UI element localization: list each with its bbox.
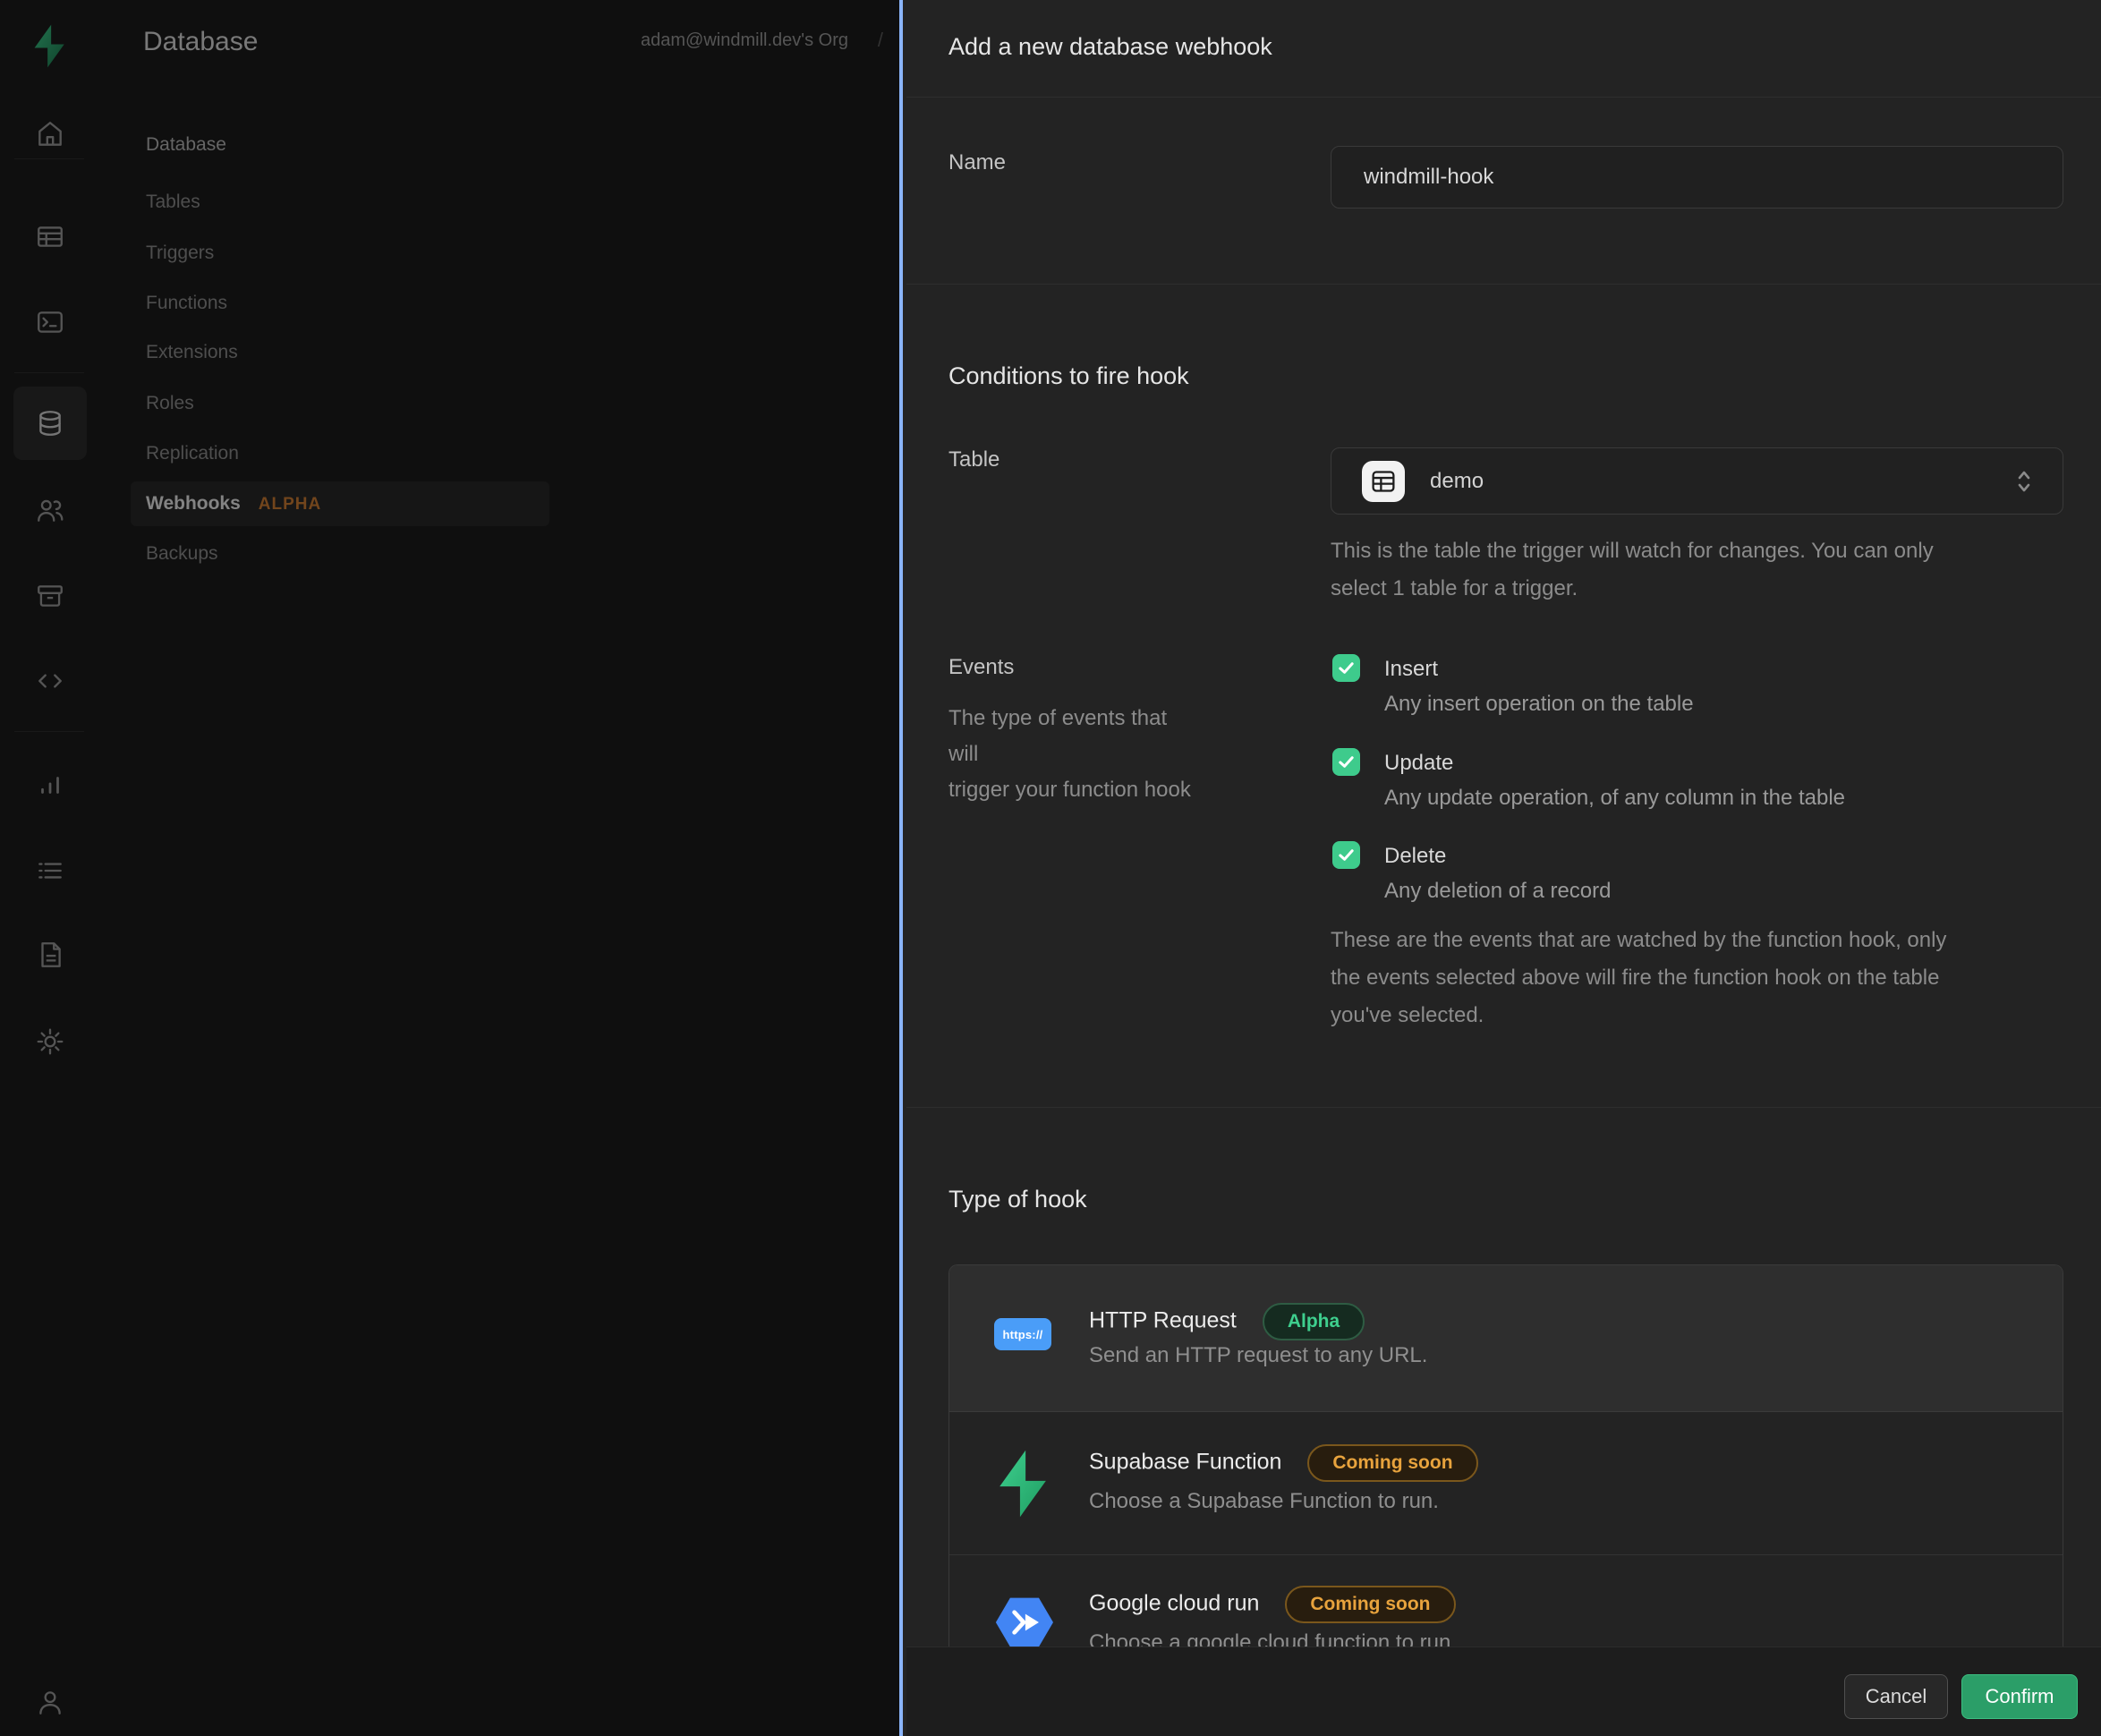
webhook-drawer: Add a new database webhook Name Conditio… [899, 0, 2101, 1736]
chevron-up-down-icon [2016, 468, 2032, 495]
divider [906, 284, 2101, 285]
app-window: Database adam@windmill.dev's Org / Datab… [0, 0, 2101, 1736]
divider [906, 1107, 2101, 1108]
delete-label: Delete [1384, 844, 1446, 869]
sql-terminal-icon[interactable] [35, 307, 65, 337]
reports-icon[interactable] [35, 770, 65, 800]
check-icon [1338, 753, 1355, 770]
insert-checkbox[interactable] [1332, 654, 1360, 682]
sidebar-item-webhooks[interactable]: Webhooks ALPHA [146, 492, 321, 516]
database-sidebar: Database adam@windmill.dev's Org / Datab… [100, 0, 899, 1736]
insert-label: Insert [1384, 657, 1438, 682]
table-select[interactable]: demo [1331, 447, 2063, 515]
hook-option-http-request[interactable]: https:// HTTP Request Alpha Send an HTTP… [949, 1265, 2063, 1412]
auth-users-icon[interactable] [35, 495, 65, 525]
update-checkbox[interactable] [1332, 748, 1360, 776]
sidebar-item-replication[interactable]: Replication [146, 442, 239, 465]
supabase-bolt-icon [994, 1449, 1050, 1519]
hook-type-heading: Type of hook [948, 1186, 1087, 1213]
sidebar-item-database: Database [146, 133, 226, 157]
rail-divider [14, 731, 84, 732]
confirm-button[interactable]: Confirm [1961, 1674, 2078, 1719]
table-select-value: demo [1430, 469, 1484, 494]
https-icon: https:// [994, 1318, 1051, 1350]
docs-icon[interactable] [35, 940, 65, 970]
coming-soon-badge: Coming soon [1307, 1444, 1477, 1482]
name-label: Name [948, 150, 1006, 175]
rail-divider [14, 372, 84, 373]
events-note: These are the events that are watched by… [1331, 922, 1946, 1034]
events-description: The type of events that will trigger you… [948, 701, 1199, 808]
coming-soon-badge: Coming soon [1285, 1586, 1455, 1623]
hook-option-description: Choose a google cloud function to run [1089, 1630, 1450, 1647]
nav-rail [0, 0, 100, 1736]
alpha-pill-badge: Alpha [1263, 1303, 1365, 1340]
sidebar-item-extensions[interactable]: Extensions [146, 341, 238, 364]
drawer-title: Add a new database webhook [948, 33, 1272, 61]
home-icon[interactable] [35, 119, 65, 149]
settings-icon[interactable] [35, 1026, 65, 1057]
cancel-button[interactable]: Cancel [1844, 1674, 1948, 1719]
breadcrumb-separator: / [878, 29, 883, 52]
database-icon[interactable] [35, 408, 65, 438]
update-description: Any update operation, of any column in t… [1384, 786, 1845, 811]
update-label: Update [1384, 751, 1453, 776]
events-label: Events [948, 655, 1014, 680]
sidebar-item-tables[interactable]: Tables [146, 191, 200, 214]
drawer-footer: Cancel Confirm [906, 1647, 2101, 1736]
table-label: Table [948, 447, 999, 472]
sidebar-item-backups[interactable]: Backups [146, 542, 218, 566]
delete-description: Any deletion of a record [1384, 879, 1612, 904]
hook-option-supabase-function[interactable]: Supabase Function Coming soon Choose a S… [949, 1412, 2063, 1555]
org-label[interactable]: adam@windmill.dev's Org [641, 30, 848, 51]
hook-option-google-cloud-run[interactable]: Google cloud run Coming soon Choose a go… [949, 1555, 2063, 1647]
table-editor-icon[interactable] [35, 221, 65, 251]
hook-type-list: https:// HTTP Request Alpha Send an HTTP… [948, 1264, 2063, 1647]
divider [906, 97, 2101, 98]
sidebar-item-roles[interactable]: Roles [146, 392, 194, 415]
conditions-heading: Conditions to fire hook [948, 362, 1189, 390]
sidebar-item-functions[interactable]: Functions [146, 292, 227, 315]
hook-option-title: Google cloud run Coming soon [1089, 1586, 1456, 1623]
check-icon [1338, 847, 1355, 864]
hook-option-title: HTTP Request Alpha [1089, 1303, 1365, 1340]
table-grid-icon [1362, 461, 1405, 502]
insert-description: Any insert operation on the table [1384, 692, 1694, 717]
sidebar-item-triggers[interactable]: Triggers [146, 242, 214, 265]
hook-option-title: Supabase Function Coming soon [1089, 1444, 1478, 1482]
table-help-text: This is the table the trigger will watch… [1331, 532, 1934, 608]
google-cloud-run-icon [994, 1591, 1053, 1647]
storage-icon[interactable] [35, 581, 65, 611]
logs-icon[interactable] [35, 855, 65, 886]
sidebar-title: Database [143, 27, 258, 57]
sidebar-item-webhooks-label: Webhooks [146, 493, 241, 514]
dimmed-background: Database adam@windmill.dev's Org / Datab… [0, 0, 899, 1736]
supabase-logo-icon[interactable] [28, 24, 70, 68]
hook-option-description: Choose a Supabase Function to run. [1089, 1489, 1439, 1514]
name-input[interactable] [1331, 146, 2063, 208]
alpha-badge: ALPHA [259, 495, 321, 514]
hook-option-description: Send an HTTP request to any URL. [1089, 1343, 1427, 1368]
user-icon[interactable] [35, 1687, 65, 1717]
check-icon [1338, 660, 1355, 677]
rail-divider [14, 158, 84, 159]
delete-checkbox[interactable] [1332, 841, 1360, 869]
code-icon[interactable] [35, 666, 65, 696]
